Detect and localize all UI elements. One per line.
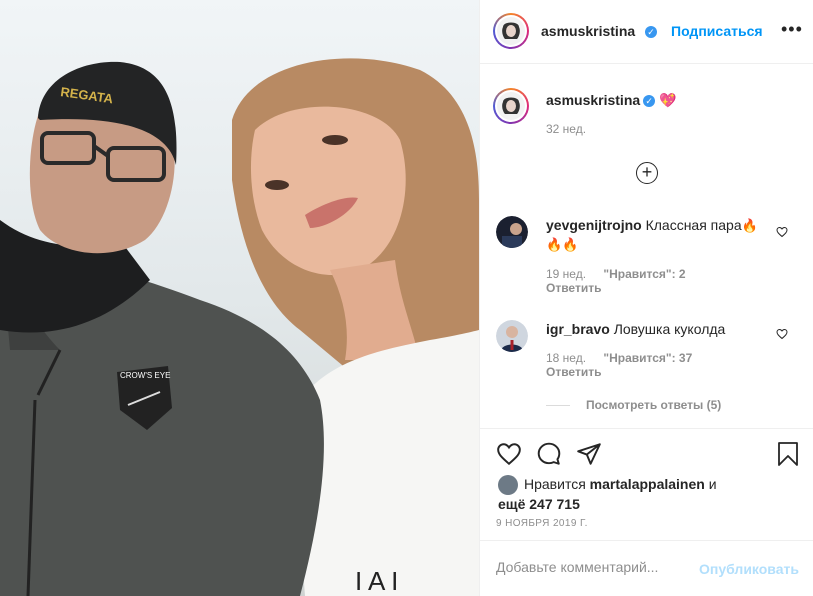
comment-likes[interactable]: "Нравится": 37 (603, 351, 692, 365)
author-avatar-image (497, 17, 525, 45)
liker-avatar[interactable] (498, 475, 518, 496)
bookmark-icon[interactable] (776, 441, 800, 467)
share-icon[interactable] (576, 441, 602, 467)
likes-count-button[interactable]: ещё 247 715 (498, 496, 580, 512)
comment-text: igr_bravo Ловушка куколда (546, 320, 766, 338)
liker-username[interactable]: martalappalainen (590, 476, 705, 492)
replies-divider (546, 405, 570, 407)
svg-text:I A I: I A I (355, 566, 398, 596)
comment-username[interactable]: yevgenijtrojno (546, 217, 642, 233)
comment-avatar-image (496, 320, 528, 352)
view-replies-button[interactable]: Посмотреть ответы (5) (546, 398, 721, 412)
caption-text: asmuskristina ✓ 💖 (546, 92, 677, 109)
comment-item: yevgenijtrojno Классная пара🔥 🔥🔥 19 нед.… (496, 216, 796, 296)
comment-avatar-image (496, 216, 528, 248)
comment-body: Классная пара (645, 217, 742, 233)
follow-button[interactable]: Подписаться (671, 23, 763, 39)
post-header: asmuskristina ✓ Подписаться ••• (480, 0, 813, 64)
comment-form: Опубликовать (480, 540, 813, 596)
heart-icon[interactable] (776, 226, 788, 238)
comment-text: yevgenijtrojno Классная пара🔥 🔥🔥 (546, 216, 766, 254)
caption-avatar[interactable] (493, 88, 529, 124)
comment-emoji: 🔥🔥 (546, 237, 579, 252)
comment-icon[interactable] (536, 441, 562, 467)
comment-avatar[interactable] (496, 320, 528, 352)
post-actions: Нравится martalappalainen и ещё 247 715 … (480, 428, 813, 540)
likes-conjunction: и (708, 476, 717, 492)
post-date[interactable]: 9 НОЯБРЯ 2019 Г. (496, 518, 588, 529)
more-icon[interactable]: ••• (781, 19, 803, 40)
caption-avatar-image (497, 92, 525, 120)
publish-button[interactable]: Опубликовать (699, 561, 799, 577)
caption-emoji: 💖 (659, 92, 677, 108)
post-photo[interactable]: I A I REGATA CROW'S EYE (0, 0, 479, 596)
view-replies-label: Посмотреть ответы (5) (586, 398, 722, 412)
comment-item: igr_bravo Ловушка куколда 18 нед. "Нрави… (496, 320, 796, 382)
post-details-panel: asmuskristina ✓ Подписаться ••• asmuskri… (479, 0, 813, 596)
comment-time[interactable]: 18 нед. (546, 351, 586, 365)
comment-likes[interactable]: "Нравится": 2 (603, 267, 685, 281)
comment-input[interactable] (496, 559, 686, 575)
add-circle-icon[interactable]: + (636, 162, 658, 184)
comment-avatar[interactable] (496, 216, 528, 248)
author-avatar[interactable] (493, 13, 529, 49)
likes-prefix: Нравится (524, 476, 586, 492)
photo-illustration: I A I REGATA CROW'S EYE (0, 0, 479, 596)
comment-time[interactable]: 19 нед. (546, 267, 586, 281)
caption-time[interactable]: 32 нед. (546, 122, 586, 136)
heart-icon[interactable] (496, 441, 522, 467)
comment-emoji: 🔥 (741, 218, 758, 233)
comment-body: Ловушка куколда (613, 321, 726, 337)
caption-username[interactable]: asmuskristina (546, 92, 640, 108)
verified-icon: ✓ (643, 95, 656, 108)
heart-icon[interactable] (776, 328, 788, 340)
comment-username[interactable]: igr_bravo (546, 321, 610, 337)
reply-button[interactable]: Ответить (546, 365, 601, 379)
comment-meta: 18 нед. "Нравится": 37 (546, 351, 692, 365)
comment-meta: 19 нед. "Нравится": 2 (546, 267, 686, 281)
likes-summary: Нравится martalappalainen и ещё 247 715 (498, 475, 758, 513)
author-username[interactable]: asmuskristina (541, 23, 635, 39)
svg-text:CROW'S EYE: CROW'S EYE (120, 371, 170, 380)
reply-button[interactable]: Ответить (546, 281, 601, 295)
verified-icon: ✓ (645, 26, 657, 38)
